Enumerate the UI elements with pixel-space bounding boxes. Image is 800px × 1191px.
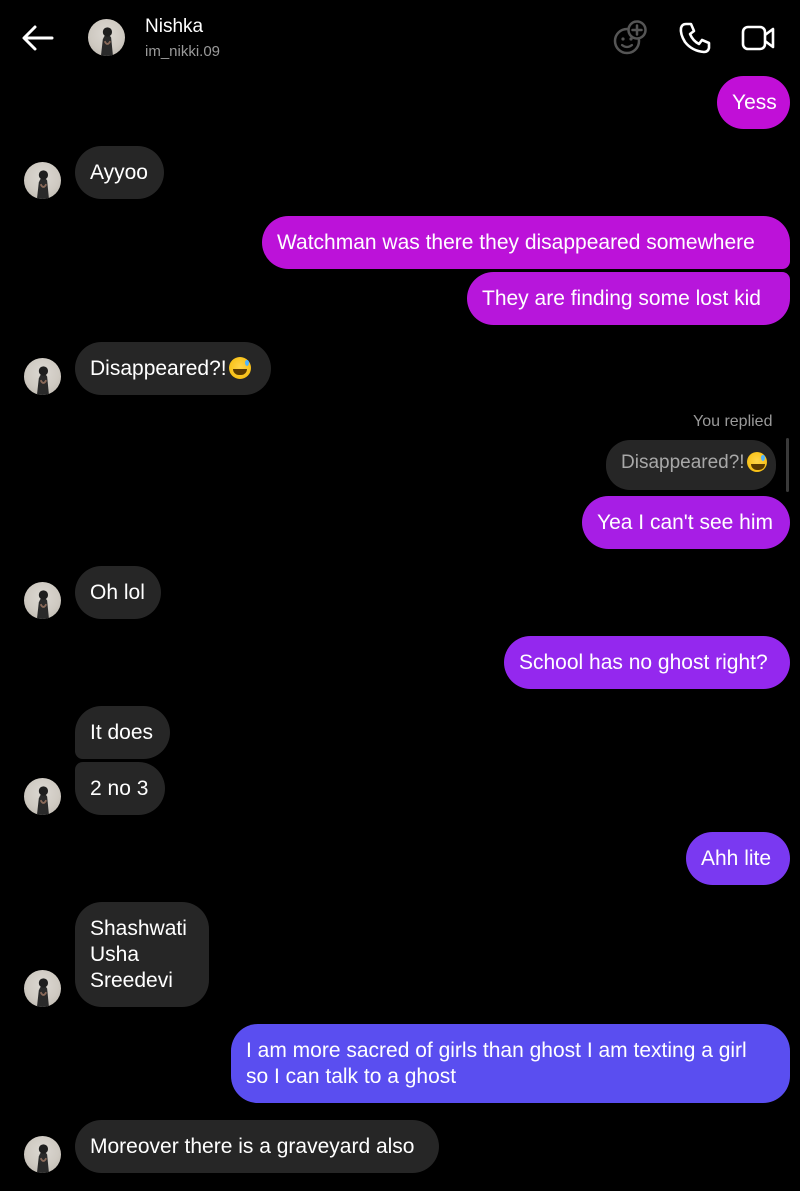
sender-avatar[interactable] bbox=[24, 582, 61, 619]
outgoing-message[interactable]: Yea I can't see him bbox=[582, 496, 790, 549]
message-text: Yea I can't see him bbox=[597, 511, 774, 534]
reply-label: You replied bbox=[693, 413, 773, 430]
contact-name[interactable]: Nishka bbox=[145, 16, 203, 38]
message-text: It does bbox=[90, 721, 154, 744]
outgoing-message[interactable]: Watchman was there they disappeared some… bbox=[262, 216, 790, 269]
video-icon[interactable] bbox=[740, 20, 776, 56]
message-line: Usha bbox=[90, 943, 140, 966]
message-text: Ahh lite bbox=[701, 847, 772, 870]
sender-avatar[interactable] bbox=[24, 1136, 61, 1173]
message-text: Disappeared?! bbox=[90, 357, 227, 380]
incoming-message[interactable]: Oh lol bbox=[75, 566, 161, 619]
message-text: Moreover there is a graveyard also bbox=[90, 1135, 415, 1158]
message-line: I am more sacred of girls than ghost I a… bbox=[246, 1039, 747, 1062]
sender-avatar[interactable] bbox=[24, 358, 61, 395]
message-line: Sreedevi bbox=[90, 969, 173, 992]
outgoing-message[interactable]: Ahh lite bbox=[686, 832, 790, 885]
message-text: Oh lol bbox=[90, 581, 145, 604]
sender-avatar[interactable] bbox=[24, 778, 61, 815]
outgoing-message[interactable]: They are finding some lost kid bbox=[467, 272, 790, 325]
incoming-message[interactable]: Disappeared?! bbox=[75, 342, 271, 395]
chat-header: Nishka im_nikki.09 bbox=[0, 0, 800, 78]
message-text: 2 no 3 bbox=[90, 777, 149, 800]
message-text: Watchman was there they disappeared some… bbox=[277, 231, 755, 254]
message-text: They are finding some lost kid bbox=[482, 287, 761, 310]
message-line: so I can talk to a ghost bbox=[246, 1065, 457, 1088]
effects-icon[interactable] bbox=[612, 20, 648, 56]
quoted-message[interactable]: Disappeared?! bbox=[606, 440, 776, 490]
back-arrow-icon[interactable] bbox=[20, 22, 56, 54]
phone-icon[interactable] bbox=[677, 20, 713, 56]
outgoing-message[interactable]: I am more sacred of girls than ghost I a… bbox=[231, 1024, 790, 1103]
reply-indicator-bar bbox=[786, 438, 789, 492]
incoming-message[interactable]: 2 no 3 bbox=[75, 762, 165, 815]
sweat-smile-emoji bbox=[228, 357, 251, 379]
message-text: School has no ghost right? bbox=[519, 651, 768, 674]
header-avatar[interactable] bbox=[88, 19, 125, 56]
incoming-message[interactable]: It does bbox=[75, 706, 170, 759]
message-text: Ayyoo bbox=[90, 161, 148, 184]
outgoing-message[interactable]: Yess bbox=[717, 76, 790, 129]
incoming-message[interactable]: Ayyoo bbox=[75, 146, 164, 199]
outgoing-message[interactable]: School has no ghost right? bbox=[504, 636, 790, 689]
message-line: Shashwati bbox=[90, 917, 187, 940]
incoming-message[interactable]: Shashwati Usha Sreedevi bbox=[75, 902, 209, 1007]
sender-avatar[interactable] bbox=[24, 162, 61, 199]
sweat-smile-emoji bbox=[746, 452, 767, 472]
contact-username[interactable]: im_nikki.09 bbox=[145, 43, 220, 60]
quoted-text: Disappeared?! bbox=[621, 452, 745, 473]
sender-avatar[interactable] bbox=[24, 970, 61, 1007]
message-text: Yess bbox=[732, 91, 777, 114]
incoming-message[interactable]: Moreover there is a graveyard also bbox=[75, 1120, 439, 1173]
